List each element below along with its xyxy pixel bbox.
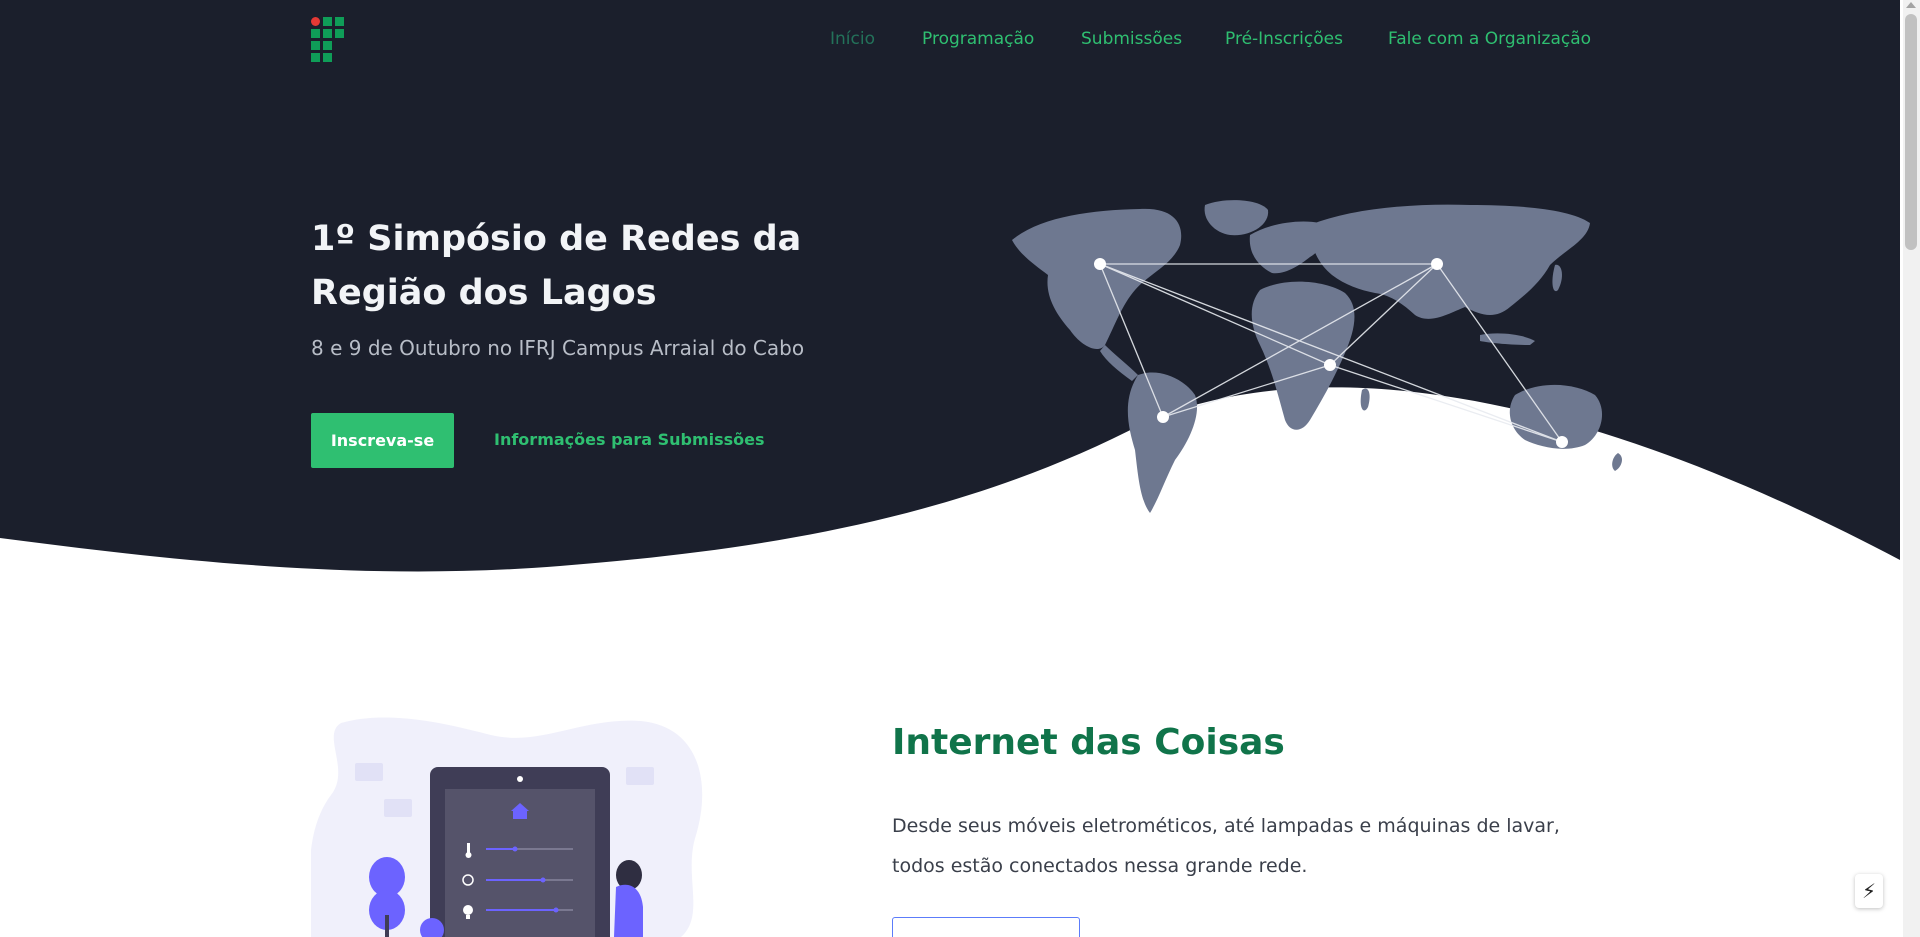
inscreva-se-button[interactable]: Inscreva-se	[311, 413, 454, 468]
nav-inicio[interactable]: Início	[830, 29, 875, 49]
top-navbar: Início Programação Submissões Pré-Inscri…	[0, 0, 1900, 78]
nav-submissoes[interactable]: Submissões	[1081, 29, 1182, 49]
scrollbar-thumb[interactable]	[1905, 14, 1917, 250]
hero-subtitle: 8 e 9 de Outubro no IFRJ Campus Arraial …	[311, 336, 805, 360]
submissoes-info-link[interactable]: Informações para Submissões	[494, 430, 765, 449]
hero-title: 1º Simpósio de Redes da Região dos Lagos	[311, 212, 831, 320]
hero-title-line2: Região dos Lagos	[311, 273, 657, 313]
nav-fale-com-organizacao[interactable]: Fale com a Organização	[1388, 29, 1591, 49]
lightning-bolt-icon[interactable]: ⚡	[1855, 874, 1883, 908]
section-title: Internet das Coisas	[892, 722, 1285, 763]
nav-pre-inscricoes[interactable]: Pré-Inscrições	[1225, 29, 1343, 49]
section-text: Desde seus móveis eletrométicos, até lam…	[892, 815, 1560, 877]
world-map-network-icon	[1012, 200, 1622, 513]
scroll-up-arrow-icon[interactable]	[1906, 2, 1916, 8]
section-button[interactable]	[892, 917, 1080, 937]
smart-home-tablet-icon	[311, 717, 703, 937]
hero-title-line1: 1º Simpósio de Redes da	[311, 219, 802, 259]
nav-programacao[interactable]: Programação	[922, 29, 1034, 49]
ifrj-logo-icon[interactable]	[311, 17, 347, 65]
